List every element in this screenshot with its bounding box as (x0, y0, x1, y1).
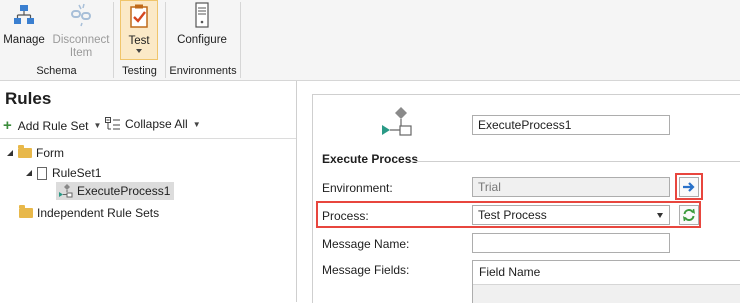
process-flow-icon (59, 184, 73, 198)
message-name-label: Message Name: (322, 237, 410, 251)
document-icon (37, 166, 47, 180)
manage-button[interactable]: Manage (0, 0, 48, 60)
collapse-all-label: Collapse All (125, 117, 188, 131)
test-button[interactable]: Test (120, 0, 158, 60)
tree-node-execute-process1-label: ExecuteProcess1 (77, 184, 171, 198)
group-label-environments: Environments (169, 65, 237, 77)
chevron-down-icon: ▼ (93, 121, 102, 130)
plus-icon: + (3, 117, 12, 134)
message-name-input[interactable] (472, 233, 670, 253)
ribbon: Manage Disconnect Item Test Configure Sc… (0, 0, 740, 81)
environment-label: Environment: (322, 181, 393, 195)
process-flow-icon (382, 107, 412, 136)
grid-column-header-field-name[interactable]: Field Name (473, 261, 740, 285)
group-label-testing: Testing (122, 65, 157, 77)
collapse-all-icon (105, 117, 120, 130)
disconnect-item-button[interactable]: Disconnect Item (50, 0, 112, 60)
disconnect-item-label: Disconnect Item (50, 34, 112, 60)
disconnect-label-line2: Item (69, 47, 93, 59)
name-input[interactable]: ExecuteProcess1 (472, 115, 670, 135)
configure-label: Configure (177, 34, 227, 46)
chevron-down-icon (136, 49, 142, 53)
toolbar-divider (0, 138, 296, 139)
tree-node-ruleset1-label: RuleSet1 (52, 166, 102, 180)
tree-node-execute-process1[interactable]: ExecuteProcess1 (56, 182, 175, 200)
navigate-environment-button[interactable] (679, 177, 699, 197)
chevron-down-icon: ▼ (192, 119, 201, 129)
arrow-right-icon (683, 182, 695, 192)
properties-pane: ExecuteProcess1 Execute Process Environm… (312, 94, 740, 303)
server-icon (195, 2, 209, 28)
test-label: Test (128, 35, 150, 47)
folder-open-icon (18, 145, 32, 158)
broken-link-icon (71, 3, 91, 27)
group-label-schema: Schema (36, 65, 77, 77)
rules-pane: Rules + Add Rule Set ▼ Collapse All ▼ Fo… (0, 81, 297, 302)
tree-node-form-label: Form (36, 146, 64, 160)
process-select[interactable]: Test Process (472, 205, 670, 225)
manage-label: Manage (3, 34, 45, 46)
process-select-value: Test Process (478, 208, 547, 222)
chevron-down-icon (657, 213, 663, 218)
disconnect-label-line1: Disconnect (52, 34, 110, 46)
expand-arrow-icon[interactable] (7, 150, 13, 156)
add-rule-set-button[interactable]: + Add Rule Set ▼ (3, 117, 101, 134)
section-divider (411, 161, 740, 162)
tree-node-form[interactable]: Form (7, 145, 64, 160)
sitemap-icon (14, 5, 34, 24)
section-title-execute-process: Execute Process (322, 152, 419, 166)
message-fields-grid[interactable]: Field Name (472, 260, 740, 303)
group-separator (240, 2, 241, 78)
tree-node-independent-label: Independent Rule Sets (37, 206, 160, 220)
expand-arrow-icon[interactable] (26, 170, 32, 176)
process-label: Process: (322, 209, 369, 223)
message-fields-label: Message Fields: (322, 263, 410, 277)
environment-field: Trial (472, 177, 670, 197)
collapse-all-button[interactable]: Collapse All ▼ (105, 117, 201, 131)
refresh-icon (683, 208, 695, 222)
rules-title: Rules (5, 89, 52, 108)
folder-icon (19, 205, 33, 218)
tree-node-ruleset1[interactable]: RuleSet1 (26, 166, 101, 180)
add-rule-set-label: Add Rule Set (17, 118, 89, 133)
refresh-process-button[interactable] (679, 205, 699, 225)
configure-button[interactable]: Configure (170, 0, 234, 60)
tree-node-independent-rule-sets[interactable]: Independent Rule Sets (19, 205, 160, 220)
clipboard-check-icon (130, 4, 148, 28)
